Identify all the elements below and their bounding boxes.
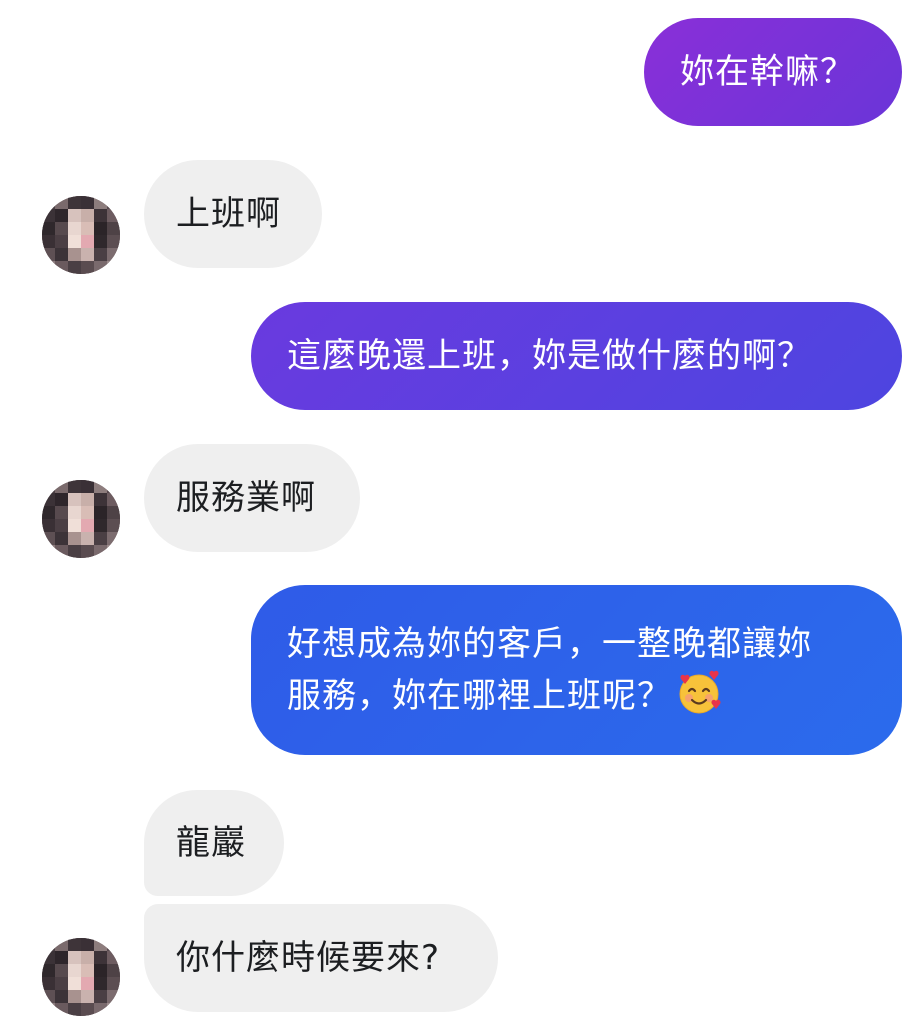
contact-avatar[interactable] (42, 196, 120, 274)
contact-avatar[interactable] (42, 938, 120, 1016)
sent-message-bubble[interactable]: 這麼晚還上班，妳是做什麼的啊？ (251, 302, 902, 410)
message-text: 這麼晚還上班，妳是做什麼的啊？ (287, 336, 812, 376)
received-message-bubble[interactable]: 上班啊 (144, 160, 322, 268)
received-message-bubble[interactable]: 龍巖 (144, 790, 284, 896)
smiling-face-with-hearts-icon (679, 670, 721, 714)
message-text-line: 服務，妳在哪裡上班呢？ (287, 670, 866, 722)
received-message-bubble[interactable]: 服務業啊 (144, 444, 360, 552)
pixelated-photo-icon (42, 480, 120, 558)
pixelated-photo-icon (42, 938, 120, 1016)
message-text: 服務業啊 (176, 478, 316, 518)
sent-message-bubble[interactable]: 妳在幹嘛？ (644, 18, 902, 126)
message-text: 龍巖 (176, 823, 246, 863)
pixelated-photo-icon (42, 196, 120, 274)
sent-message-bubble[interactable]: 好想成為妳的客戶，一整晚都讓妳 服務，妳在哪裡上班呢？ (251, 585, 902, 755)
message-text: 服務，妳在哪裡上班呢？ (287, 676, 672, 716)
message-text: 上班啊 (176, 194, 281, 234)
message-text: 妳在幹嘛？ (680, 52, 855, 92)
contact-avatar[interactable] (42, 480, 120, 558)
message-text: 你什麼時候要來? (176, 938, 441, 978)
received-message-bubble[interactable]: 你什麼時候要來? (144, 904, 498, 1012)
message-text-line: 好想成為妳的客戶，一整晚都讓妳 (287, 624, 812, 664)
